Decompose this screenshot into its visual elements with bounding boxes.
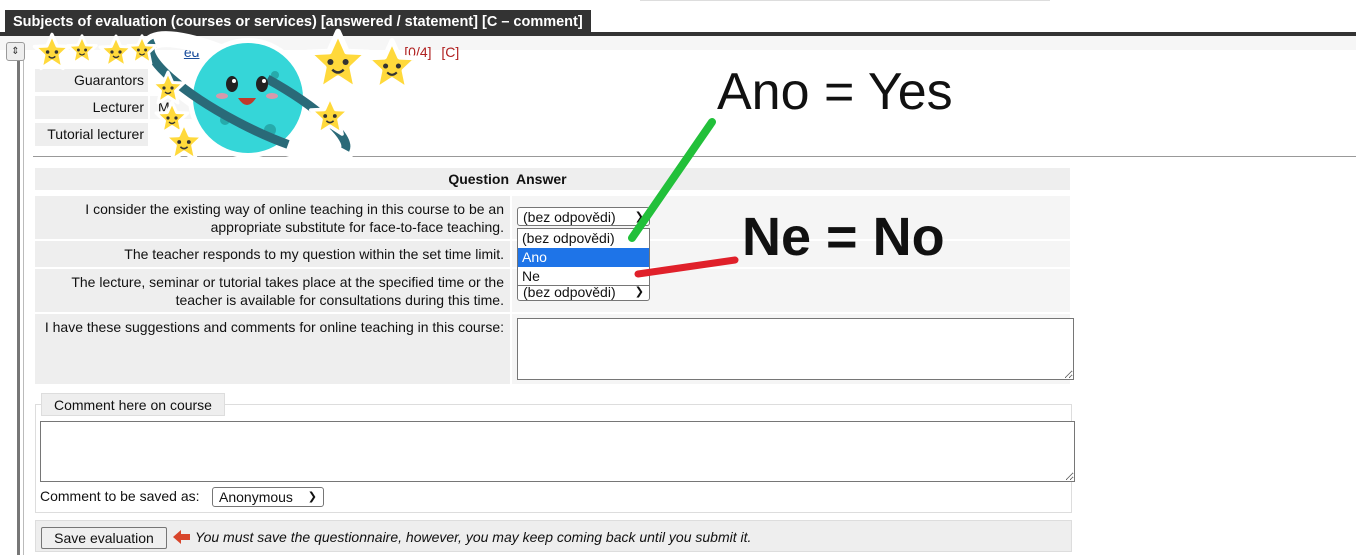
collapse-toggle-icon[interactable]: ⇕ (6, 42, 25, 61)
course-link-fragment[interactable]: ed (184, 44, 200, 60)
question-cell: I have these suggestions and comments fo… (35, 314, 510, 384)
course-comment-marker: [C] (441, 44, 460, 60)
answer-select-value: (bez odpovědi) (523, 284, 616, 300)
chevron-down-icon: ❯ (307, 491, 317, 503)
table-header: Question Answer (35, 168, 1070, 190)
question-cell: I consider the existing way of online te… (35, 196, 510, 239)
left-arrow-icon (173, 530, 190, 544)
guarantors-label: Guarantors (35, 69, 148, 92)
saved-as-select[interactable]: Anonymous ❯ (212, 487, 324, 507)
course-comment-textarea[interactable] (40, 421, 1075, 482)
tutorial-lecturer-label: Tutorial lecturer (35, 123, 148, 146)
no-pointer-line (634, 256, 739, 278)
section-left-rule (17, 58, 20, 555)
suggestions-textarea[interactable] (517, 318, 1074, 380)
saved-as-value: Anonymous (219, 489, 293, 505)
course-row: ed liti [0/4] [C] (30, 44, 459, 60)
answer-header: Answer (516, 171, 567, 187)
course-link-fragment[interactable]: liti (267, 44, 280, 60)
annotation-arrows (628, 118, 739, 278)
question-cell: The teacher responds to my question with… (35, 241, 510, 267)
lecturer-label: Lecturer (35, 96, 148, 119)
lecturer-value: M (150, 96, 220, 119)
question-header: Question (448, 171, 509, 187)
annotation-no: Ne = No (742, 207, 945, 267)
save-note: You must save the questionnaire, however… (195, 529, 752, 545)
course-answer-count: [0/4] (404, 44, 432, 60)
comment-legend: Comment here on course (41, 393, 225, 416)
header-top-border (640, 0, 1050, 1)
answer-select-value: (bez odpovědi) (523, 209, 616, 225)
save-evaluation-button[interactable]: Save evaluation (41, 527, 167, 549)
question-cell: The lecture, seminar or tutorial takes p… (35, 269, 510, 312)
section-left-rule-inner (23, 58, 24, 555)
saved-as-label: Comment to be saved as: (40, 488, 200, 504)
yes-pointer-line (628, 118, 716, 242)
annotation-yes: Ano = Yes (717, 63, 953, 121)
